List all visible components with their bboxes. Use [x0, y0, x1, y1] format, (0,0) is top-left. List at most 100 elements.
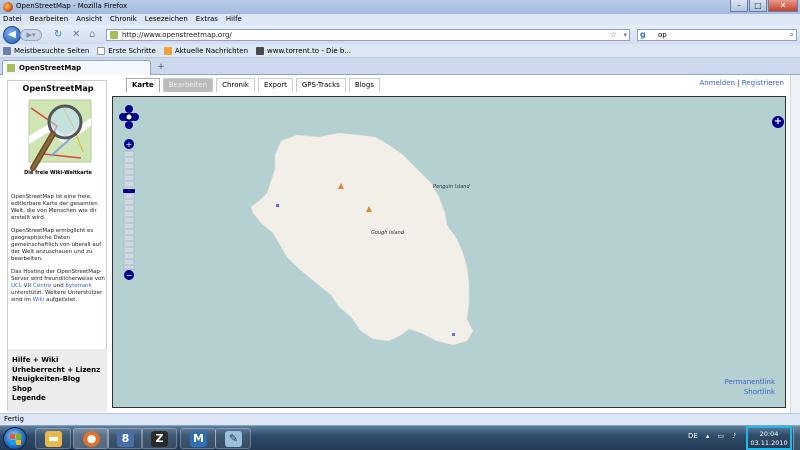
network-icon[interactable]: ▭	[717, 432, 724, 440]
firefox-icon: ●	[83, 431, 100, 447]
link-legende[interactable]: Legende	[12, 394, 103, 404]
menu-datei[interactable]: Datei	[3, 14, 22, 25]
forward-button[interactable]: ▶▾	[20, 29, 42, 41]
bookmark-label: Erste Schritte	[108, 46, 156, 55]
search-box[interactable]: g op ⌕	[637, 29, 797, 41]
zoom-out-label: −	[126, 271, 133, 280]
menu-bearbeiten[interactable]: Bearbeiten	[30, 14, 68, 25]
zoom-slider-handle[interactable]	[123, 189, 135, 193]
taskbar-paint-button[interactable]: ✎	[215, 428, 251, 449]
map-label-gough-island: Gough Island	[371, 230, 405, 236]
layer-switcher-button[interactable]: +	[772, 116, 784, 128]
bytemark-link[interactable]: bytemark	[65, 283, 91, 289]
back-button[interactable]: ◀	[3, 26, 21, 44]
language-indicator[interactable]: DE	[688, 432, 698, 440]
home-icon[interactable]: ⌂	[89, 30, 95, 40]
shortlink-link[interactable]: Shortlink	[725, 387, 775, 397]
tab-chronik[interactable]: Chronik	[216, 78, 255, 92]
url-text: http://www.openstreetmap.org/	[122, 31, 232, 39]
reload-icon[interactable]: ↻	[54, 30, 62, 40]
link-urheberrecht[interactable]: Urheberrecht + Lizenz	[12, 366, 103, 376]
taskbar: ▬ ● 8 Z M ✎ DE ▴ ▭ ♪ 20:04 03.11.2010	[0, 425, 800, 450]
status-bar: Fertig	[0, 413, 800, 425]
taskbar-app-z-button[interactable]: Z	[141, 428, 177, 449]
taskbar-app-8-button[interactable]: 8	[107, 428, 143, 449]
page-scrollbar[interactable]	[790, 75, 800, 413]
maximize-button[interactable]: □	[749, 0, 767, 12]
sidebar-paragraph: OpenStreetMap ist eine freie, editierbar…	[11, 194, 98, 221]
pan-control[interactable]	[118, 104, 140, 132]
map-viewport[interactable]: Gough Island Penguin Island + − + Perman…	[112, 96, 786, 408]
wiki-link[interactable]: Wiki	[33, 297, 45, 303]
menu-hilfe[interactable]: Hilfe	[226, 14, 242, 25]
tab-bearbeiten[interactable]: Bearbeiten	[162, 78, 214, 92]
search-input[interactable]: op	[658, 31, 667, 40]
volume-icon[interactable]: ♪	[732, 432, 736, 440]
pan-down-icon[interactable]	[125, 121, 133, 129]
bookmark-folder-icon	[3, 46, 11, 55]
tab-favicon-icon	[7, 64, 15, 72]
register-link[interactable]: Registrieren	[742, 79, 784, 87]
taskbar-app-m-button[interactable]: M	[180, 428, 216, 449]
clock[interactable]: 20:04 03.11.2010	[746, 426, 792, 450]
tab-blogs[interactable]: Blogs	[348, 78, 380, 92]
sidebar: OpenStreetMap Die freie Wiki-Weltkarte O…	[7, 80, 107, 412]
taskbar-explorer-button[interactable]: ▬	[35, 428, 71, 449]
start-button[interactable]	[3, 427, 27, 450]
poi-marker-icon	[452, 333, 455, 336]
sidebar-links: Hilfe + Wiki Urheberrecht + Lizenz Neuig…	[8, 349, 107, 412]
firefox-icon	[3, 2, 13, 12]
minimize-button[interactable]: –	[730, 0, 748, 12]
close-button[interactable]: ✕	[768, 0, 798, 12]
sidebar-title: OpenStreetMap	[22, 84, 94, 93]
menu-lesezeichen[interactable]: Lesezeichen	[145, 14, 188, 25]
rss-icon	[163, 46, 172, 55]
bookmark-meistbesuchte[interactable]: Meistbesuchte Seiten	[3, 46, 90, 55]
link-shop[interactable]: Shop	[12, 385, 103, 395]
map-canvas[interactable]: Gough Island Penguin Island	[113, 97, 786, 408]
new-tab-button[interactable]: +	[154, 61, 168, 74]
zoom-bar[interactable]: + −	[123, 139, 135, 281]
bookmark-torrent[interactable]: www.torrent.to - Die b...	[256, 46, 351, 55]
tab-export[interactable]: Export	[257, 78, 293, 92]
island-shape	[250, 132, 474, 346]
ucl-link[interactable]: UCL VR Centre	[11, 283, 51, 289]
link-hilfe-wiki[interactable]: Hilfe + Wiki	[12, 356, 103, 366]
url-dropdown-icon[interactable]: ▾	[623, 30, 627, 40]
logo-caption: Die freie Wiki-Weltkarte	[24, 170, 92, 176]
bookmark-aktuelle-nachrichten[interactable]: Aktuelle Nachrichten	[163, 46, 248, 55]
tray-arrow-icon[interactable]: ▴	[706, 432, 710, 440]
sidebar-paragraph: OpenStreetMap ermöglicht es geographisch…	[11, 228, 102, 262]
navigation-toolbar: ◀ ▶▾ ↻ ✕ ⌂ http://www.openstreetmap.org/…	[0, 25, 800, 44]
search-icon[interactable]: ⌕	[790, 30, 794, 40]
status-text: Fertig	[4, 415, 24, 423]
login-link[interactable]: Anmelden	[699, 79, 734, 87]
bookmark-erste-schritte[interactable]: Erste Schritte	[97, 46, 156, 55]
link-neuigkeiten-blog[interactable]: Neuigkeiten-Blog	[12, 375, 103, 385]
system-tray: DE ▴ ▭ ♪	[688, 432, 744, 440]
stop-icon[interactable]: ✕	[72, 30, 80, 40]
tab-gps-tracks[interactable]: GPS-Tracks	[295, 78, 346, 92]
tab-openstreetmap[interactable]: OpenStreetMap	[2, 60, 151, 75]
site-favicon-icon	[110, 31, 118, 39]
menu-chronik[interactable]: Chronik	[110, 14, 137, 25]
tab-karte[interactable]: Karte	[126, 78, 160, 92]
permalink-link[interactable]: Permanentlink	[725, 377, 775, 387]
taskbar-firefox-button[interactable]: ●	[73, 428, 109, 449]
bookmark-label: Meistbesuchte Seiten	[14, 46, 90, 55]
menu-bar: Datei Bearbeiten Ansicht Chronik Lesezei…	[0, 14, 800, 25]
menu-extras[interactable]: Extras	[196, 14, 218, 25]
bookmark-star-icon[interactable]: ☆	[610, 30, 617, 40]
poi-marker-icon	[276, 204, 279, 207]
zoom-in-label: +	[126, 140, 133, 149]
pan-up-icon[interactable]	[125, 105, 133, 113]
user-links-separator: |	[737, 79, 740, 87]
sidebar-text-fragment: Das Hosting der OpenStreetMap-Server wir…	[11, 269, 105, 282]
show-desktop-button[interactable]	[793, 426, 800, 450]
menu-ansicht[interactable]: Ansicht	[76, 14, 102, 25]
search-engine-icon[interactable]: g	[640, 30, 646, 40]
tab-label: OpenStreetMap	[19, 64, 82, 72]
app-z-icon: Z	[151, 431, 168, 447]
osm-logo-icon[interactable]	[21, 96, 95, 174]
url-bar[interactable]: http://www.openstreetmap.org/ ☆ ▾	[106, 29, 630, 41]
